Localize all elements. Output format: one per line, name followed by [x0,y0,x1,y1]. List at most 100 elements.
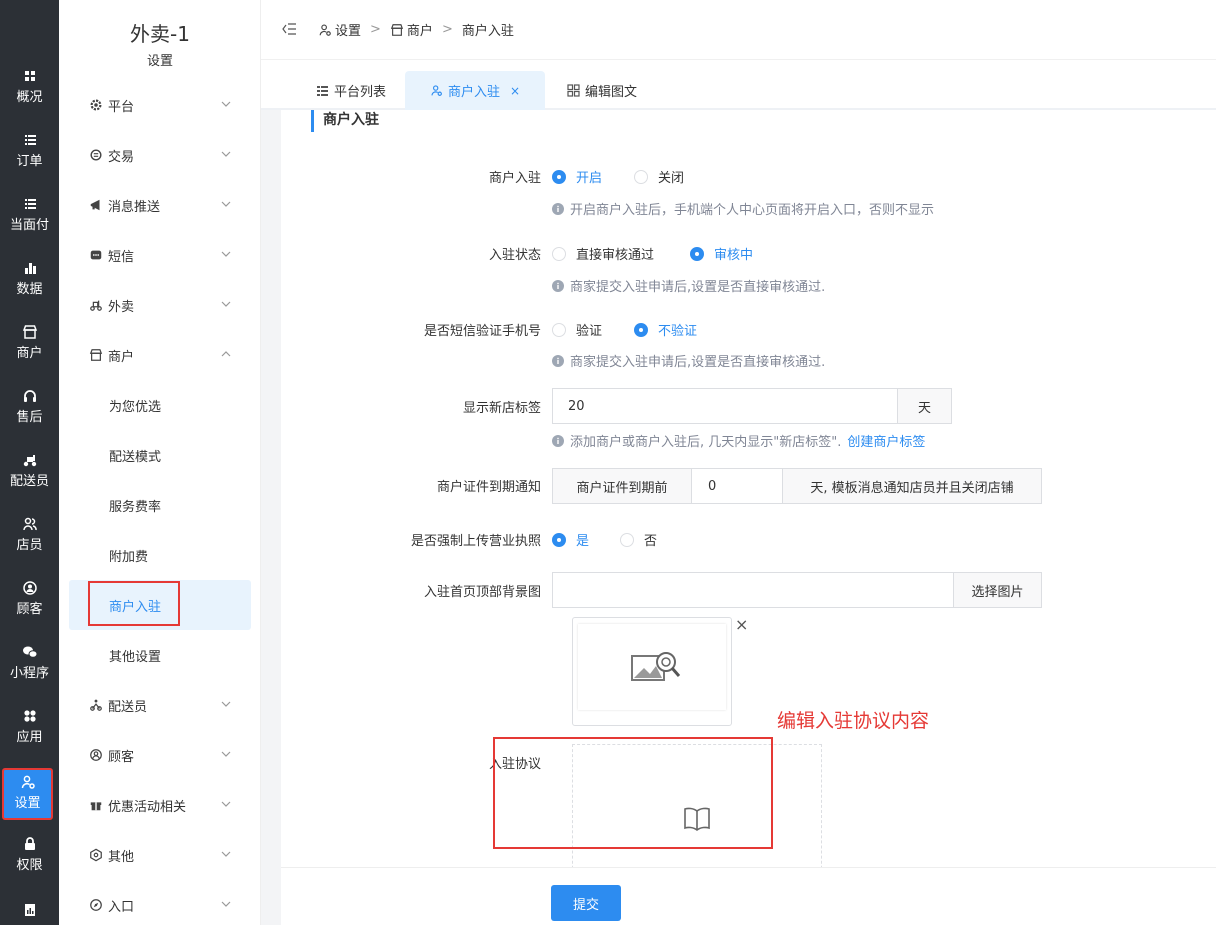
sidebar-group-customer[interactable]: 顾客 [59,730,261,780]
rail-item-merchant[interactable]: 商户 [0,318,59,382]
radio-license-yes[interactable]: 是 [552,530,589,549]
breadcrumb-item[interactable]: 设置 [335,20,361,39]
new-tag-label: 显示新店标签 [462,401,541,416]
image-preview [572,617,732,726]
chevron-down-icon [221,701,231,707]
sidebar-group-push[interactable]: 消息推送 [59,180,261,230]
tab-edit-article[interactable]: 编辑图文 [557,71,647,110]
rail-item-aftersale[interactable]: 售后 [0,382,59,446]
tab-label: 商户入驻 [447,85,500,100]
sidebar-group-label: 平台 [108,99,135,115]
radio-label: 开启 [576,171,603,186]
rail-item-facepay[interactable]: 当面付 [0,190,59,254]
submit-button[interactable]: 提交 [551,885,621,921]
info-icon [552,354,564,367]
tab-bar: 平台列表 商户入驻 × 编辑图文 [261,60,1216,110]
sidebar-item-merchant-join[interactable]: 商户入驻 [69,580,251,630]
cert-expire-prefix: 商户证件到期前 [552,468,692,504]
rail-item-data[interactable]: 数据 [0,254,59,318]
radio-status-direct[interactable]: 直接审核通过 [552,244,654,263]
courier-icon [90,699,102,711]
rail-item-orders[interactable]: 订单 [0,126,59,190]
rail-item-apps[interactable]: 应用 [0,702,59,766]
users-icon [22,517,37,531]
sidebar-group-platform[interactable]: 平台 [59,80,261,130]
chevron-up-icon [221,351,231,357]
rail-item-settings[interactable]: 设置 [2,768,53,820]
radio-label: 否 [644,534,658,549]
sms-verify-label: 是否短信验证手机号 [423,324,541,339]
radio-label: 审核中 [714,248,754,263]
choose-image-button[interactable]: 选择图片 [953,572,1042,608]
tab-label: 编辑图文 [584,85,637,100]
sidebar-item-service-rate[interactable]: 服务费率 [69,480,251,530]
section-title: 商户入驻 [311,110,379,132]
rail-item-customer[interactable]: 顾客 [0,574,59,638]
rail-item-overview[interactable]: 概况 [0,62,59,126]
breadcrumb-separator: > [441,22,453,37]
sidebar-group-other[interactable]: 其他 [59,830,261,880]
sidebar-item-label: 为您优选 [109,399,162,415]
radio-sms-noverify[interactable]: 不验证 [634,320,697,339]
list-icon [316,86,328,96]
radio-enable-on[interactable]: 开启 [552,167,602,186]
rail-item-miniprogram[interactable]: 小程序 [0,638,59,702]
menu-collapse-icon[interactable] [281,22,297,36]
radio-license-no[interactable]: 否 [620,530,657,549]
help-tip: 开启商户入驻后，手机端个人中心页面将开启入口，否则不显示 [552,199,934,218]
new-tag-days-input[interactable]: 20 [552,388,898,424]
radio-status-review[interactable]: 审核中 [690,244,753,263]
create-tag-link[interactable]: 创建商户标签 [847,431,925,450]
info-icon [552,279,564,292]
gear-icon [90,99,102,111]
rail-label: 权限 [16,858,43,873]
sidebar-group-sms[interactable]: 短信 [59,230,261,280]
breadcrumb: 设置 > 商户 > 商户入驻 [318,20,514,39]
rail-item-permission[interactable]: 权限 [0,830,59,894]
app-rail: 概况 订单 当面付 数据 商户 售后 配送员 店员 顾客 小程序 应用 设置 权… [0,0,59,925]
help-text: 商家提交入驻申请后,设置是否直接审核通过. [570,280,826,295]
hexagon-icon [90,848,102,862]
rail-item-report[interactable] [0,896,59,925]
sidebar-item-surcharge[interactable]: 附加费 [69,530,251,580]
tab-platform-list[interactable]: 平台列表 [301,71,401,110]
rail-label: 配送员 [9,474,49,489]
radio-label: 关闭 [658,171,685,186]
remove-image-icon[interactable]: × [735,615,748,634]
radio-enable-off[interactable]: 关闭 [634,167,684,186]
chevron-down-icon [221,251,231,257]
chevron-down-icon [221,751,231,757]
help-text: 开启商户入驻后，手机端个人中心页面将开启入口，否则不显示 [570,203,935,218]
radio-sms-verify[interactable]: 验证 [552,320,602,339]
rail-item-staff[interactable]: 店员 [0,510,59,574]
sidebar-item-recommend[interactable]: 为您优选 [69,380,251,430]
grid-icon [567,84,580,97]
radio-label: 验证 [576,324,603,339]
user-circle-icon [90,749,102,761]
tab-merchant-join[interactable]: 商户入驻 × [405,71,545,110]
sidebar-group-label: 配送员 [108,699,148,715]
top-bar: 设置 > 商户 > 商户入驻 [261,0,1216,60]
sidebar-group-label: 短信 [108,249,135,265]
help-text: 商家提交入驻申请后,设置是否直接审核通过. [570,355,826,370]
sidebar-group-label: 优惠活动相关 [108,799,187,815]
bg-image-input[interactable] [552,572,954,608]
rail-label: 数据 [16,282,43,297]
dashboard-icon [24,71,35,81]
sidebar-item-delivery-mode[interactable]: 配送模式 [69,430,251,480]
tab-close-icon[interactable]: × [510,84,520,98]
sidebar-group-takeout[interactable]: 外卖 [59,280,261,330]
sidebar-group-courier[interactable]: 配送员 [59,680,261,730]
breadcrumb-item[interactable]: 商户 [407,20,433,39]
sidebar-group-entry[interactable]: 入口 [59,880,261,930]
sidebar-group-merchant[interactable]: 商户 [59,330,261,380]
sidebar-group-label: 其他 [108,849,135,865]
new-tag-unit: 天 [897,388,952,424]
sidebar-group-trade[interactable]: 交易 [59,130,261,180]
sidebar-group-promotion[interactable]: 优惠活动相关 [59,780,261,830]
sidebar-item-other-settings[interactable]: 其他设置 [69,630,251,680]
rail-label: 售后 [16,410,43,425]
cert-expire-days-input[interactable]: 0 [691,468,783,504]
rail-item-courier[interactable]: 配送员 [0,446,59,510]
merchant-join-label: 商户入驻 [488,171,541,186]
